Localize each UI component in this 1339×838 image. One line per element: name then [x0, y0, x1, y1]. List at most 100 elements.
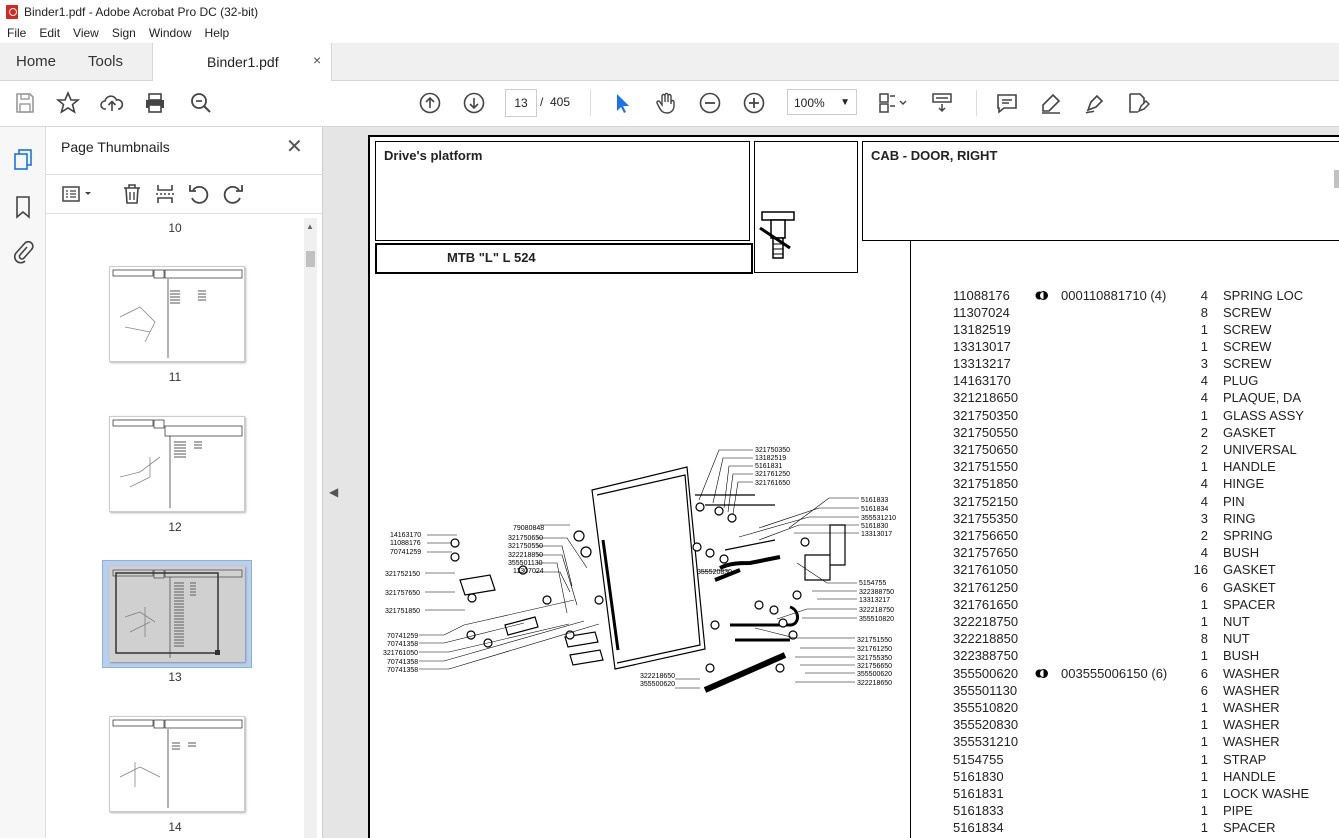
part-code: 355500620 [953, 666, 1019, 681]
part-row: 321750650 2 UNIVERSAL [953, 442, 1339, 459]
part-code: 322218850 [953, 631, 1019, 646]
part-qty: 4 [1200, 494, 1208, 509]
next-page-icon[interactable] [460, 89, 488, 117]
tab-document[interactable]: Binder1.pdf × [152, 43, 332, 81]
part-qty: 1 [1200, 322, 1208, 337]
diagram-label: 355501130 [508, 560, 543, 567]
page-thumbnail[interactable] [109, 266, 245, 362]
part-description: PLAQUE, DA [1223, 390, 1302, 405]
part-qty: 1 [1200, 408, 1208, 423]
part-description: HANDLE [1223, 769, 1276, 784]
part-description: SCREW [1223, 356, 1272, 371]
part-description: SPRING [1223, 528, 1273, 543]
part-qty: 1 [1200, 700, 1208, 715]
menu-sign[interactable]: Sign [105, 26, 142, 40]
part-row: 13313217 3 SCREW [953, 356, 1339, 373]
part-code: 5161830 [953, 769, 1004, 784]
part-description: SCREW [1223, 322, 1272, 337]
thumbnail-options-icon[interactable] [61, 182, 97, 206]
delete-pages-icon[interactable] [120, 182, 144, 206]
part-qty: 8 [1200, 305, 1208, 320]
part-code: 321757650 [953, 545, 1019, 560]
previous-page-icon[interactable] [416, 89, 444, 117]
close-panel-icon[interactable]: ✕ [286, 134, 303, 159]
upload-cloud-icon[interactable] [98, 89, 126, 117]
zoom-level-select[interactable]: 100% ▼ [787, 89, 857, 115]
sign-pen-icon[interactable] [1081, 89, 1109, 117]
select-cursor-icon[interactable] [608, 89, 636, 117]
page-thumbnail[interactable] [109, 416, 245, 512]
diagram-label: 13313217 [859, 597, 890, 604]
part-description: RING [1223, 511, 1256, 526]
part-description: BUSH [1223, 648, 1260, 663]
page-number-input[interactable]: 13 [505, 89, 537, 117]
bookmarks-icon[interactable] [14, 195, 32, 219]
zoom-search-icon[interactable] [187, 89, 215, 117]
bookmark-star-icon[interactable] [54, 89, 82, 117]
diagram-label: 11307024 [513, 568, 544, 575]
part-description: SPACER [1223, 820, 1276, 835]
panel-splitter[interactable]: ◀ [322, 127, 344, 838]
diagram-label: 322218850 [508, 552, 543, 559]
diagram-label: 70741358 [387, 659, 418, 666]
part-row: 321761050 16 GASKET [953, 562, 1339, 579]
part-qty: 1 [1200, 803, 1208, 818]
part-code: 11088176 [953, 288, 1010, 303]
fill-sign-icon[interactable] [1124, 89, 1152, 117]
menu-edit[interactable]: Edit [32, 26, 66, 40]
highlight-pen-icon[interactable] [1037, 89, 1065, 117]
page-layout-icon[interactable] [874, 89, 910, 117]
collapse-panel-icon[interactable]: ◀ [329, 485, 338, 499]
half-filled-dot-icon [1035, 669, 1048, 678]
scrollbar-thumb[interactable] [306, 251, 315, 267]
part-description: WASHER [1223, 734, 1280, 749]
page-thumbnail[interactable] [109, 716, 245, 812]
print-icon[interactable] [141, 89, 169, 117]
rotate-clockwise-icon[interactable] [221, 182, 245, 206]
part-row: 322388750 1 BUSH [953, 648, 1339, 665]
diagram-label: 13313017 [861, 531, 892, 538]
diagram-label: 321751850 [385, 608, 420, 615]
part-code: 321750650 [953, 442, 1019, 457]
part-description: BUSH [1223, 545, 1260, 560]
part-row: 321750550 2 GASKET [953, 425, 1339, 442]
diagram-label: 70741358 [387, 667, 418, 674]
rotate-counterclockwise-icon[interactable] [187, 182, 211, 206]
part-qty: 1 [1200, 769, 1208, 784]
page-thumbnail-current[interactable] [109, 566, 245, 662]
diagram-label: 5154755 [859, 580, 886, 587]
scroll-mode-icon[interactable] [928, 89, 956, 117]
diagram-label: 321751550 [857, 637, 892, 644]
part-row: 321757650 4 BUSH [953, 545, 1339, 562]
menu-window[interactable]: Window [142, 26, 198, 40]
part-code: 322218750 [953, 614, 1019, 629]
document-scrollbar-thumb[interactable] [1334, 170, 1339, 188]
close-tab-icon[interactable]: × [313, 52, 321, 68]
part-row: 321751550 1 HANDLE [953, 459, 1339, 476]
tab-bar: Home Tools Binder1.pdf × [0, 43, 1339, 81]
attachments-paperclip-icon[interactable] [12, 240, 34, 264]
part-qty: 4 [1200, 373, 1208, 388]
hand-pan-icon[interactable] [652, 89, 680, 117]
extract-pages-icon[interactable] [153, 182, 177, 206]
tab-tools[interactable]: Tools [88, 53, 123, 70]
part-row: 321218650 4 PLAQUE, DA [953, 390, 1339, 407]
thumbnails-scrollbar[interactable]: ▲ [304, 218, 317, 838]
tab-home[interactable]: Home [16, 53, 56, 70]
menu-help[interactable]: Help [198, 26, 236, 40]
part-description: STRAP [1223, 752, 1267, 767]
comment-icon[interactable] [993, 89, 1021, 117]
menu-file[interactable]: File [0, 26, 32, 40]
diagram-label: 355500620 [640, 681, 675, 688]
menu-view[interactable]: View [66, 26, 105, 40]
part-row: 5154755 1 STRAP [953, 752, 1339, 769]
diagram-label: 14163170 [390, 532, 421, 539]
diagram-label: 79080848 [513, 525, 544, 532]
part-code: 355531210 [953, 734, 1019, 749]
zoom-in-icon[interactable] [740, 89, 768, 117]
diagram-label: 355510820 [859, 616, 894, 623]
page-thumbnails-icon[interactable] [12, 148, 34, 172]
zoom-out-icon[interactable] [696, 89, 724, 117]
save-icon[interactable] [11, 89, 39, 117]
scroll-up-icon[interactable]: ▲ [306, 222, 314, 231]
